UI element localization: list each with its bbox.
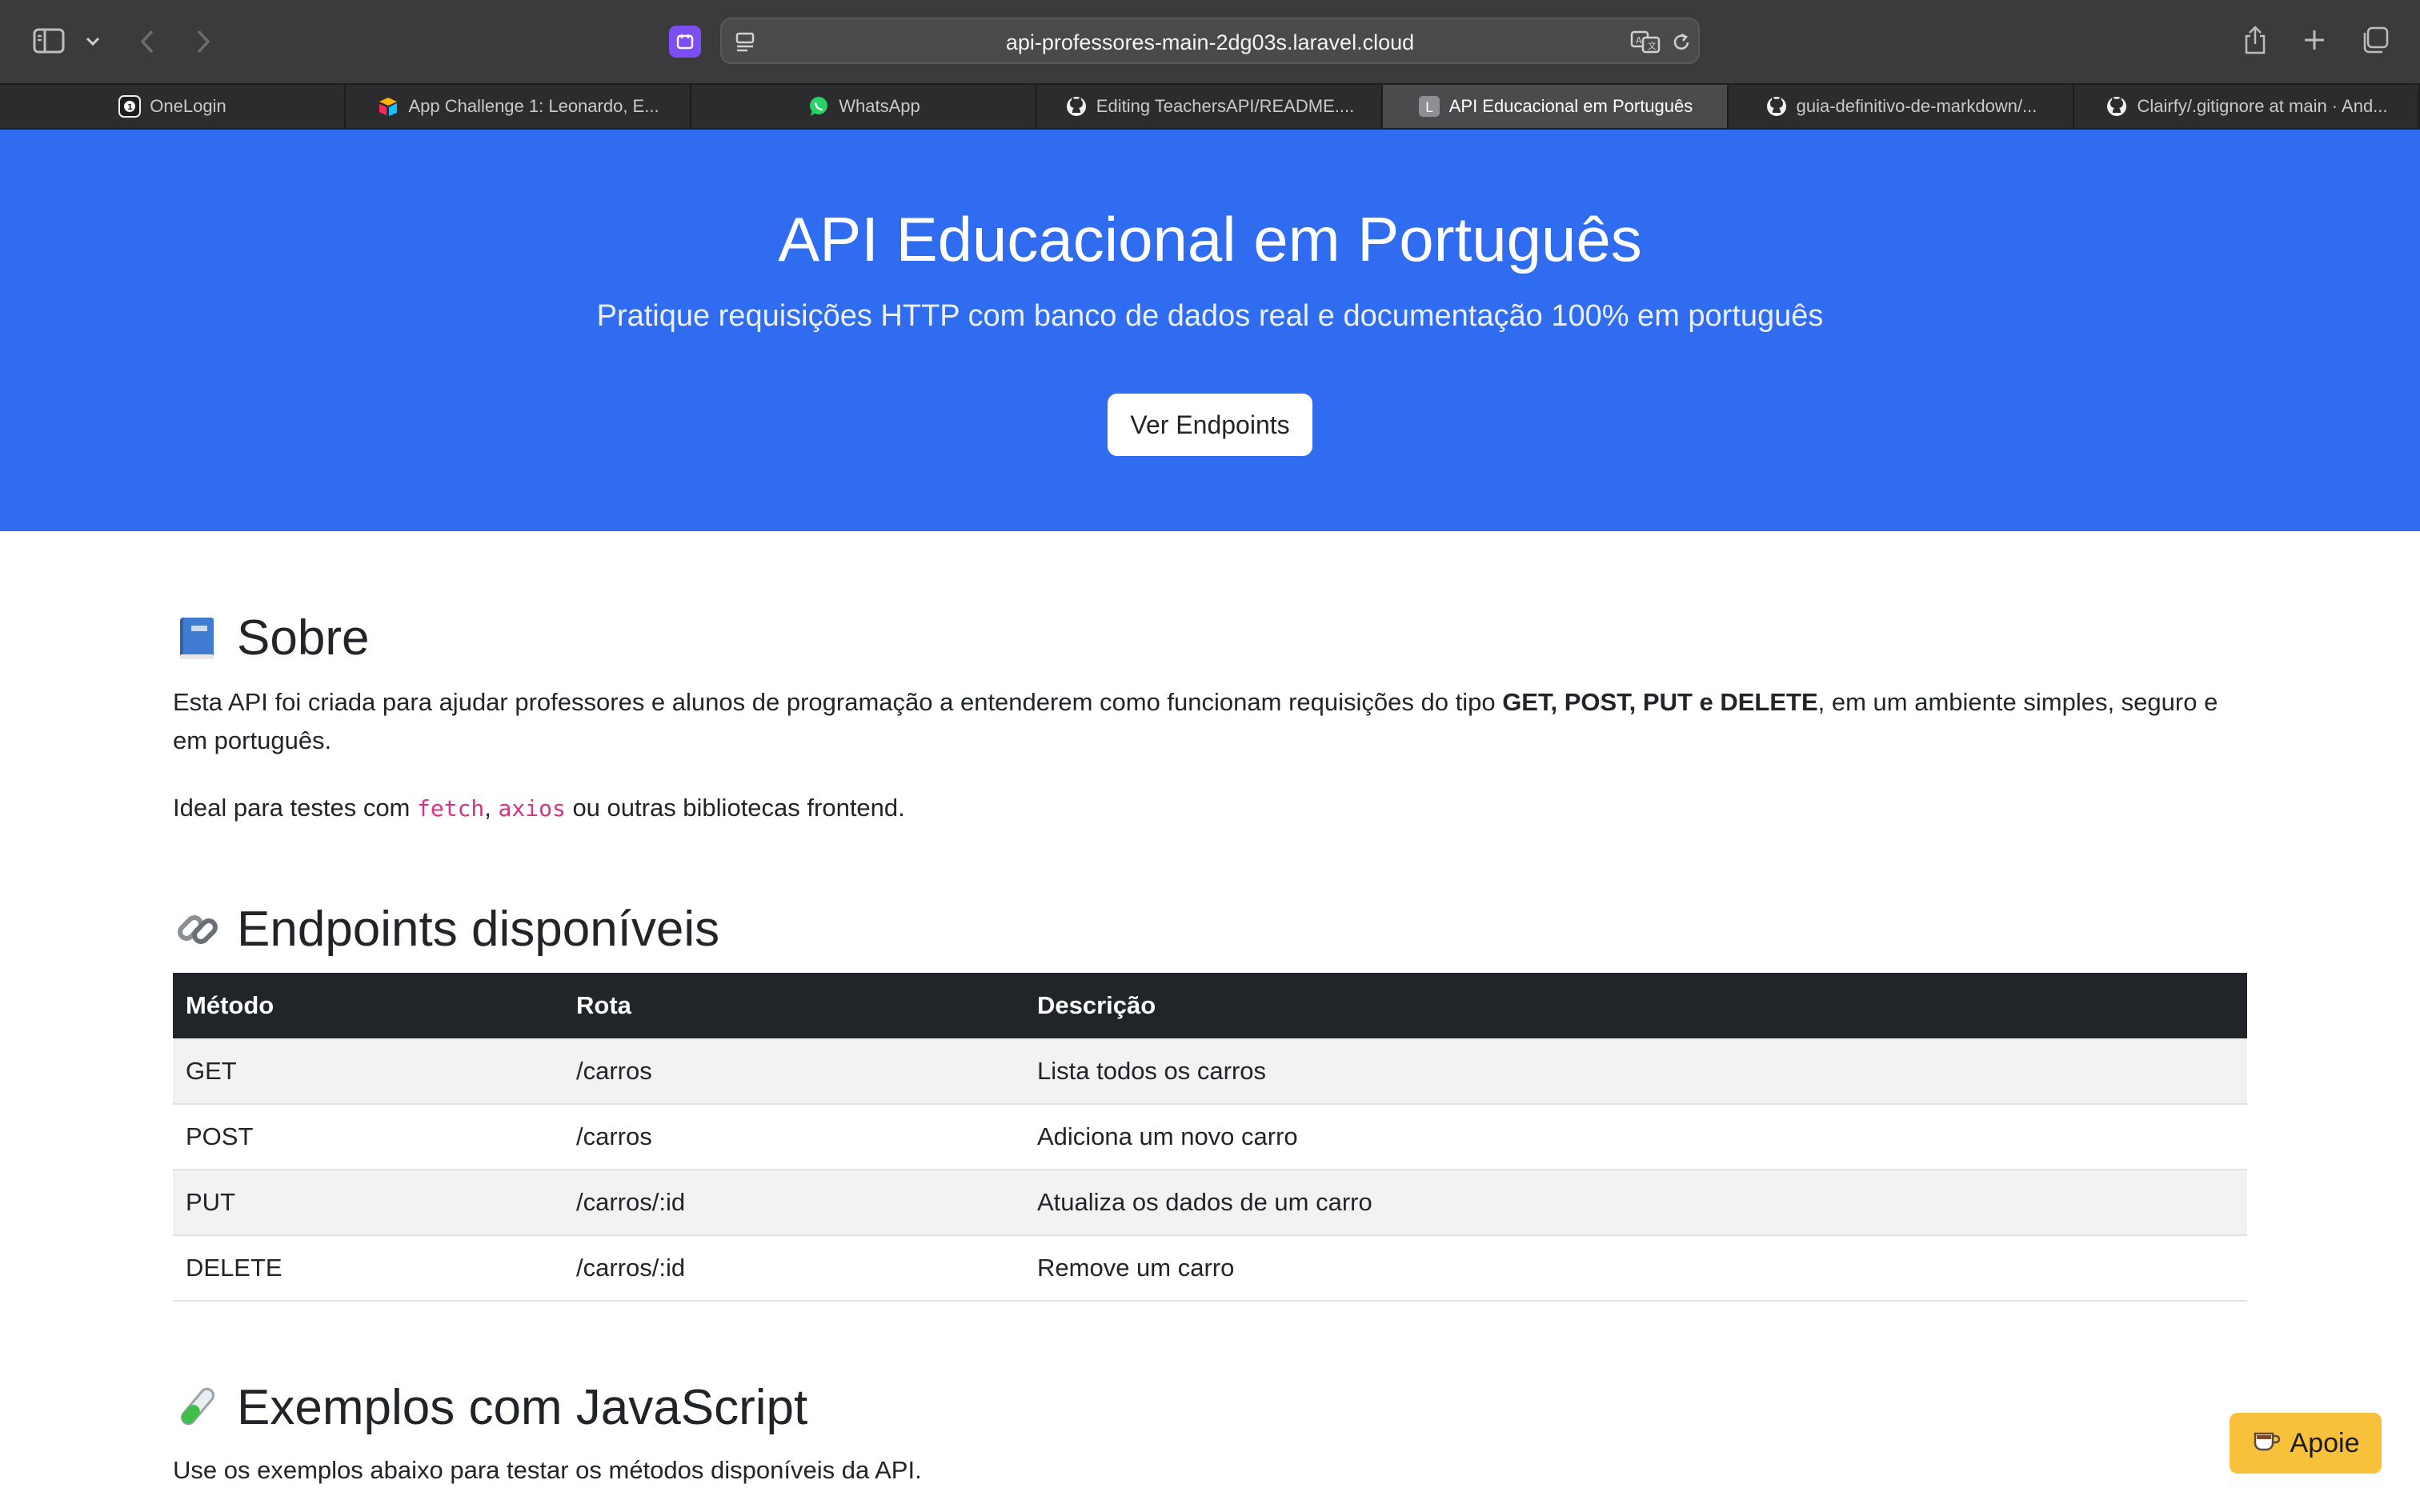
route-cell: /carros (563, 1038, 1024, 1105)
onelogin-icon: 1 (118, 94, 142, 118)
browser-toolbar: api-professores-main-2dg03s.laravel.clou… (0, 0, 2420, 83)
tab-label: WhatsApp (839, 96, 920, 116)
http-methods-bold: GET, POST, PUT e DELETE (1502, 688, 1818, 716)
share-icon[interactable] (2241, 22, 2270, 58)
section-title-endpoints: Endpoints disponíveis (173, 901, 719, 958)
book-icon (173, 614, 222, 663)
sobre-text: Esta API foi criada para ajudar professo… (173, 688, 1503, 716)
tab-overview-icon[interactable] (2359, 24, 2391, 56)
whatsapp-icon (807, 94, 831, 118)
section-title-text: Endpoints disponíveis (237, 902, 720, 957)
tab-label: App Challenge 1: Leonardo, E... (408, 96, 659, 116)
description-cell: Remove um carro (1024, 1235, 2247, 1302)
table-row: DELETE /carros/:id Remove um carro (173, 1235, 2247, 1302)
tab-label: Editing TeachersAPI/README.... (1096, 96, 1355, 116)
column-header: Rota (563, 973, 1024, 1038)
ideal-paragraph: Ideal para testes com fetch, axios ou ou… (173, 789, 905, 828)
view-endpoints-button[interactable]: Ver Endpoints (1108, 394, 1312, 456)
apoie-button[interactable]: Apoie (2230, 1413, 2382, 1474)
ideal-text: ou outras bibliotecas frontend. (565, 794, 905, 822)
route-cell: /carros/:id (563, 1170, 1024, 1236)
airtable-icon (376, 94, 400, 118)
tab-api-educacional[interactable]: L API Educacional em Português (1383, 85, 1729, 128)
tab-label: guia-definitivo-de-markdown/... (1796, 96, 2037, 116)
tab-clairfy-gitignore[interactable]: Clairfy/.gitignore at main · And... (2074, 85, 2420, 128)
method-cell: DELETE (173, 1235, 563, 1302)
tab-editing-readme[interactable]: Editing TeachersAPI/README.... (1037, 85, 1383, 128)
back-icon[interactable] (134, 26, 160, 58)
description-cell: Atualiza os dados de um carro (1024, 1170, 2247, 1236)
sidebar-toggle-icon[interactable] (32, 27, 66, 54)
svg-text:A: A (1636, 35, 1642, 46)
column-header: Método (173, 973, 563, 1038)
github-icon (1765, 94, 1789, 118)
tab-label: API Educacional em Português (1448, 96, 1693, 116)
exemplos-paragraph: Use os exemplos abaixo para testar os mé… (173, 1456, 922, 1484)
table-row: POST /carros Adiciona um novo carro (173, 1104, 2247, 1170)
chevron-down-icon[interactable] (83, 32, 102, 51)
section-title-text: Sobre (237, 610, 370, 666)
github-icon (2105, 94, 2129, 118)
endpoints-table: Método Rota Descrição GET /carros Lista … (173, 973, 2247, 1302)
section-title-exemplos: Exemplos com JavaScript (173, 1379, 807, 1436)
tab-strip: 1 OneLogin App Challenge 1: Leonardo, E.… (0, 83, 2420, 130)
tab-onelogin[interactable]: 1 OneLogin (0, 85, 346, 128)
table-row: PUT /carros/:id Atualiza os dados de um … (173, 1170, 2247, 1236)
separator-text: , (484, 794, 499, 822)
reload-icon[interactable] (1669, 30, 1693, 54)
section-title-sobre: Sobre (173, 610, 369, 666)
apoie-label: Apoie (2290, 1427, 2360, 1458)
hero-title: API Educacional em Português (778, 204, 1642, 274)
route-cell: /carros (563, 1104, 1024, 1170)
url-text: api-professores-main-2dg03s.laravel.clou… (1005, 30, 1415, 54)
sobre-paragraph: Esta API foi criada para ajudar professo… (173, 683, 2247, 760)
svg-text:1: 1 (127, 103, 133, 112)
new-tab-icon[interactable] (2300, 26, 2329, 54)
svg-text:文: 文 (1648, 40, 1657, 51)
translate-icon[interactable]: A文 (1629, 29, 1661, 54)
extension-icon[interactable] (669, 26, 701, 58)
address-bar[interactable]: api-professores-main-2dg03s.laravel.clou… (720, 18, 1700, 64)
hero-banner: API Educacional em Português Pratique re… (0, 130, 2420, 531)
tab-guia-markdown[interactable]: guia-definitivo-de-markdown/... (1729, 85, 2074, 128)
code-fetch: fetch (417, 795, 485, 822)
tab-label: Clairfy/.gitignore at main · And... (2137, 96, 2388, 116)
description-cell: Adiciona um novo carro (1024, 1104, 2247, 1170)
svg-text:L: L (1425, 100, 1433, 116)
test-tube-icon (173, 1383, 222, 1433)
table-header-row: Método Rota Descrição (173, 973, 2247, 1038)
coffee-icon (2252, 1427, 2281, 1460)
tab-whatsapp[interactable]: WhatsApp (691, 85, 1037, 128)
column-header: Descrição (1024, 973, 2247, 1038)
section-title-text: Exemplos com JavaScript (237, 1380, 808, 1435)
tab-app-challenge[interactable]: App Challenge 1: Leonardo, E... (346, 85, 691, 128)
letter-l-icon: L (1417, 94, 1441, 118)
tab-label: OneLogin (150, 96, 226, 116)
description-cell: Lista todos os carros (1024, 1038, 2247, 1105)
method-cell: PUT (173, 1170, 563, 1236)
method-cell: GET (173, 1038, 563, 1105)
route-cell: /carros/:id (563, 1235, 1024, 1302)
hero-subtitle: Pratique requisições HTTP com banco de d… (596, 299, 1824, 333)
ideal-text: Ideal para testes com (173, 794, 417, 822)
code-axios: axios (498, 795, 566, 822)
table-row: GET /carros Lista todos os carros (173, 1038, 2247, 1105)
method-cell: POST (173, 1104, 563, 1170)
github-icon (1064, 94, 1088, 118)
link-icon (173, 905, 222, 954)
forward-icon[interactable] (190, 26, 216, 58)
